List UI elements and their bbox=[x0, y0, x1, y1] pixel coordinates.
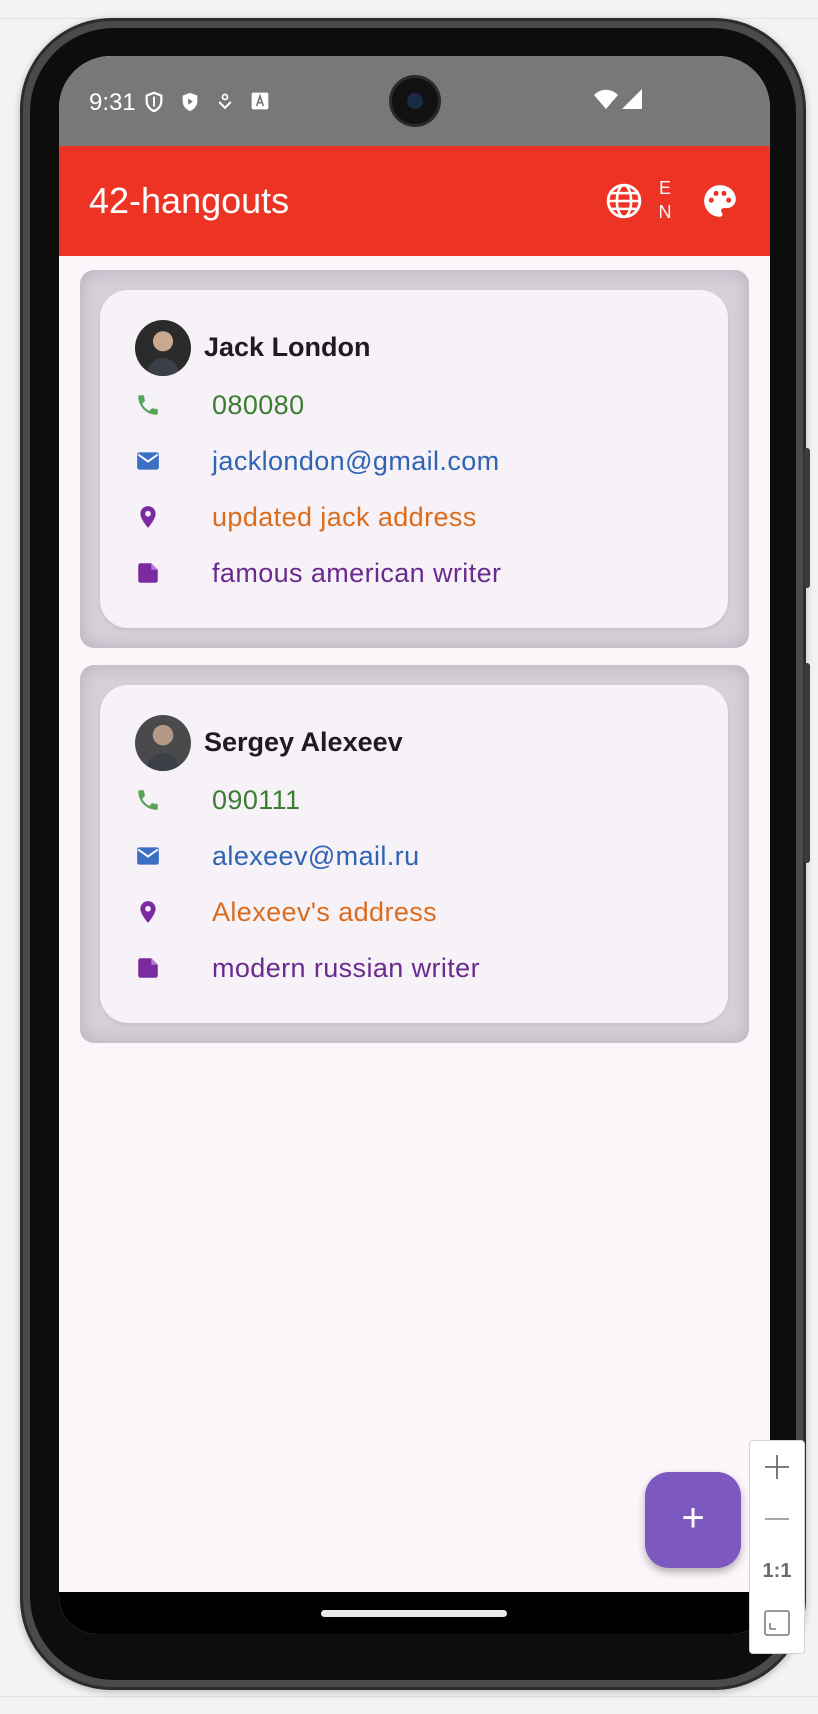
email-row[interactable]: alexeev@mail.ru bbox=[135, 835, 715, 875]
contact-phone: 080080 bbox=[212, 390, 305, 420]
navigation-bar bbox=[59, 1592, 770, 1634]
note-row[interactable]: modern russian writer bbox=[135, 947, 715, 987]
note-icon bbox=[138, 958, 158, 978]
contact-address: Alexeev's address bbox=[212, 897, 438, 927]
location-pin-icon bbox=[140, 901, 156, 923]
play-protect-icon bbox=[182, 92, 198, 112]
email-icon bbox=[137, 847, 159, 865]
app-bar: 42-hangouts E N bbox=[59, 146, 770, 256]
zoom-reset-label: 1:1 bbox=[762, 1560, 792, 1582]
zoom-out-button[interactable] bbox=[750, 1493, 804, 1545]
a-box-icon bbox=[251, 92, 269, 110]
contact-email: alexeev@mail.ru bbox=[212, 841, 420, 871]
plus-icon bbox=[765, 1455, 789, 1479]
contact-card-body: Sergey Alexeev 090111 alexeev@mail.ru Al… bbox=[100, 685, 728, 1023]
status-bar: 9:31 bbox=[59, 56, 770, 146]
add-contact-button[interactable]: + bbox=[645, 1472, 741, 1568]
language-button[interactable]: E N bbox=[605, 174, 683, 228]
app-screen: 9:31 42-hangouts E N Jack London 080080 … bbox=[59, 56, 770, 1634]
phone-row[interactable]: 080080 bbox=[135, 384, 715, 424]
app-title: 42-hangouts bbox=[89, 180, 290, 221]
avatar bbox=[135, 715, 191, 771]
signal-icon bbox=[622, 89, 642, 109]
contact-card[interactable]: Jack London 080080 jacklondon@gmail.com bbox=[80, 270, 749, 648]
zoom-in-button[interactable] bbox=[750, 1441, 804, 1493]
contact-address: updated jack address bbox=[212, 502, 477, 532]
language-code: E N bbox=[655, 176, 675, 224]
contact-card-body: Jack London 080080 jacklondon@gmail.com bbox=[100, 290, 728, 628]
note-icon bbox=[138, 563, 158, 583]
email-row[interactable]: jacklondon@gmail.com bbox=[135, 440, 715, 480]
globe-icon bbox=[606, 183, 642, 219]
contact-list: Jack London 080080 jacklondon@gmail.com bbox=[59, 256, 770, 1634]
contact-name: Jack London bbox=[204, 332, 371, 362]
shield-outline-icon bbox=[145, 91, 163, 113]
emulator-zoom-panel: 1:1 bbox=[749, 1440, 805, 1654]
contact-name: Sergey Alexeev bbox=[204, 727, 403, 757]
language-code-line2: N bbox=[658, 202, 672, 222]
avatar bbox=[135, 320, 191, 376]
download-icon bbox=[218, 93, 232, 110]
add-icon: + bbox=[681, 1496, 705, 1540]
palette-icon[interactable] bbox=[701, 182, 739, 220]
fit-screen-icon bbox=[764, 1610, 790, 1636]
home-gesture-handle[interactable] bbox=[321, 1610, 507, 1617]
contact-card[interactable]: Sergey Alexeev 090111 alexeev@mail.ru Al… bbox=[80, 665, 749, 1043]
phone-icon bbox=[138, 790, 158, 810]
front-camera bbox=[392, 78, 438, 124]
phone-icon bbox=[138, 395, 158, 415]
contact-note: famous american writer bbox=[212, 558, 502, 588]
location-pin-icon bbox=[140, 506, 156, 528]
wifi-icon bbox=[594, 89, 618, 109]
language-code-line1: E bbox=[658, 178, 671, 198]
contact-email: jacklondon@gmail.com bbox=[212, 446, 500, 476]
email-icon bbox=[137, 452, 159, 470]
contact-note: modern russian writer bbox=[212, 953, 480, 983]
status-time: 9:31 bbox=[89, 89, 136, 116]
phone-row[interactable]: 090111 bbox=[135, 779, 715, 819]
power-button bbox=[804, 663, 810, 863]
address-row[interactable]: updated jack address bbox=[135, 496, 715, 536]
address-row[interactable]: Alexeev's address bbox=[135, 891, 715, 931]
volume-button bbox=[804, 448, 810, 588]
zoom-reset-button[interactable]: 1:1 bbox=[750, 1545, 804, 1597]
contact-phone: 090111 bbox=[212, 785, 301, 815]
minus-icon bbox=[765, 1518, 789, 1520]
window-bottom-divider bbox=[0, 1696, 818, 1697]
fit-screen-button[interactable] bbox=[750, 1597, 804, 1649]
note-row[interactable]: famous american writer bbox=[135, 552, 715, 592]
